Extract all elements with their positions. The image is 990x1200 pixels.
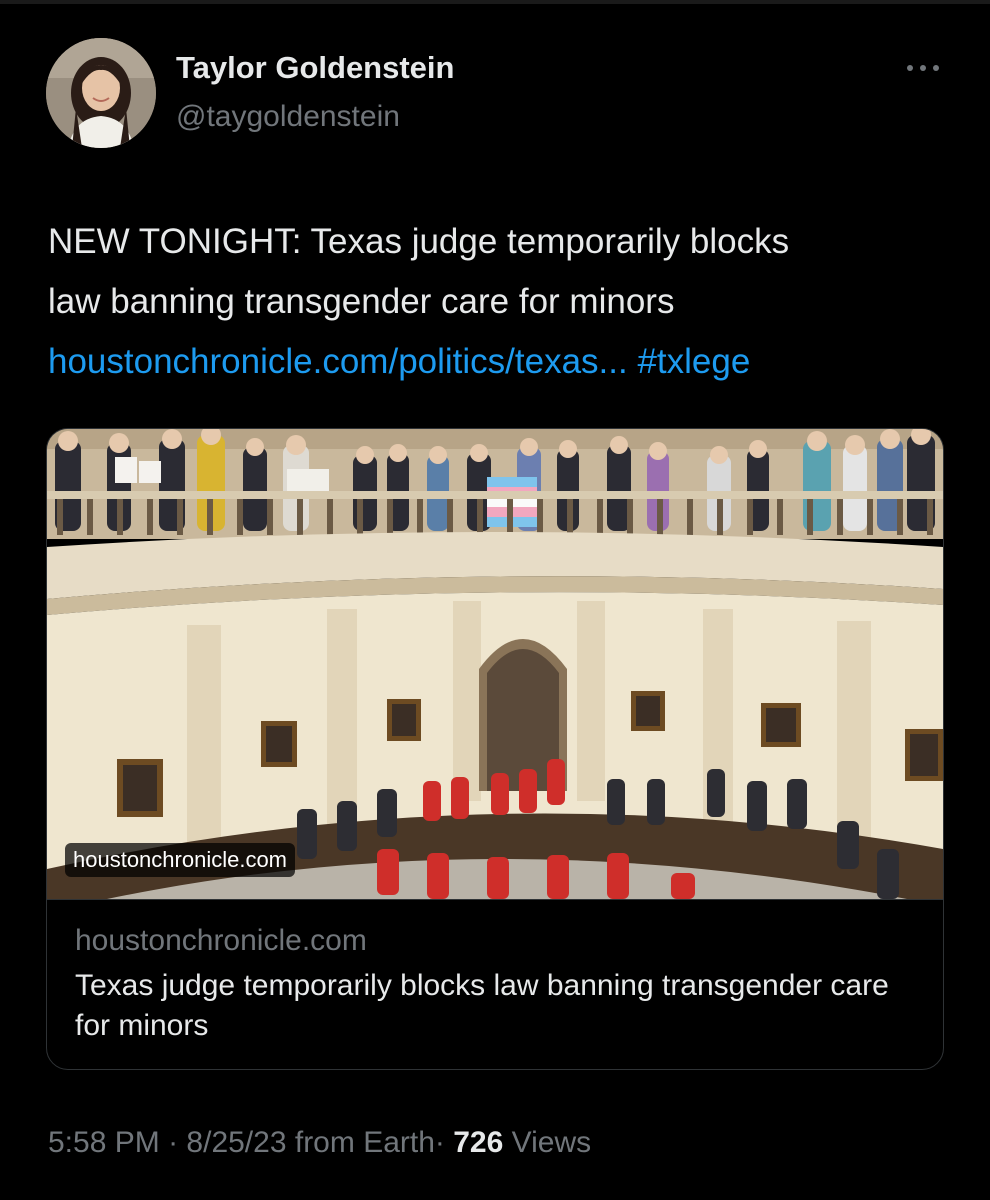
tweet-text-line: law banning transgender care for minors	[48, 282, 675, 321]
tweet-text-line: NEW TONIGHT: Texas judge temporarily blo…	[48, 222, 790, 261]
article-link[interactable]: houstonchronicle.com/politics/texas...	[48, 342, 628, 381]
tweet-date[interactable]: 8/25/23	[186, 1126, 286, 1159]
more-options-button[interactable]	[896, 50, 950, 86]
author-display-name[interactable]: Taylor Goldenstein	[176, 50, 454, 86]
card-body: houstonchronicle.com Texas judge tempora…	[47, 899, 943, 1069]
meta-separator: ·	[168, 1126, 179, 1159]
more-horizontal-icon	[907, 65, 939, 71]
link-preview-card[interactable]: houstonchronicle.com houstonchronicle.co…	[46, 428, 944, 1070]
rotunda-photo	[47, 429, 943, 899]
card-title[interactable]: Texas judge temporarily blocks law banni…	[75, 966, 895, 1046]
author-handle[interactable]: @taygoldenstein	[176, 100, 400, 134]
card-image: houstonchronicle.com	[47, 429, 943, 899]
tweet-source: from Earth	[294, 1126, 435, 1159]
tweet-links-line: houstonchronicle.com/politics/texas... #…	[48, 332, 948, 392]
tweet-meta: 5:58 PM · 8/25/23 from Earth· 726 Views	[48, 1126, 591, 1160]
card-image-domain-badge: houstonchronicle.com	[65, 843, 296, 877]
avatar-image	[46, 38, 156, 148]
hashtag-link[interactable]: #txlege	[637, 342, 750, 381]
meta-separator: ·	[434, 1126, 445, 1159]
top-edge	[0, 0, 990, 4]
views-label: Views	[511, 1126, 592, 1159]
views-count[interactable]: 726	[453, 1126, 503, 1159]
avatar[interactable]	[46, 38, 156, 148]
tweet-time[interactable]: 5:58 PM	[48, 1126, 160, 1159]
card-domain: houstonchronicle.com	[75, 924, 367, 957]
tweet-text: NEW TONIGHT: Texas judge temporarily blo…	[48, 212, 948, 392]
